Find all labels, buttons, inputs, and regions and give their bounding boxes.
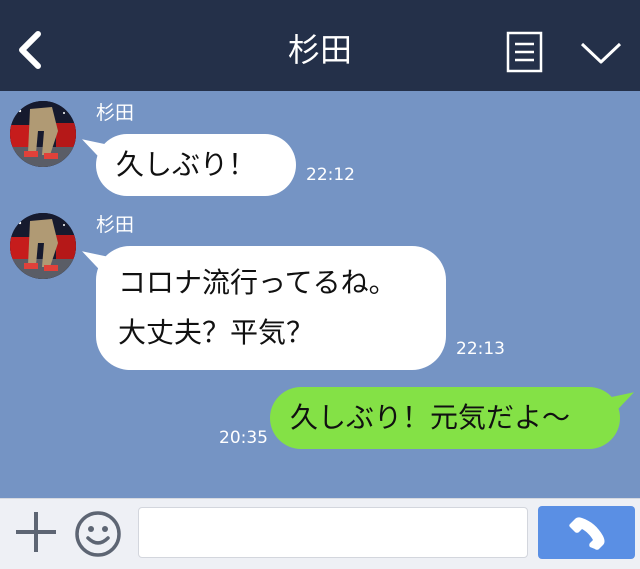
chat-header: 杉田 — [0, 0, 640, 91]
message-time: 22:13 — [456, 339, 505, 359]
chat-footer — [0, 498, 640, 569]
phone-icon — [569, 517, 605, 550]
message-text: 久しぶり！元気だよ〜 — [290, 401, 571, 434]
message-text: コロナ流行ってるね。 — [118, 266, 397, 299]
message-input[interactable] — [138, 507, 528, 558]
message-bubble[interactable]: 久しぶり！元気だよ〜 — [270, 387, 620, 449]
message-time: 22:12 — [306, 165, 355, 185]
message-text: 久しぶり！ — [116, 148, 257, 181]
sender-name: 杉田 — [96, 102, 135, 124]
smile-icon[interactable] — [74, 510, 122, 558]
sender-name: 杉田 — [96, 214, 135, 236]
message-time: 20:35 — [219, 428, 268, 448]
avatar-image — [10, 101, 76, 167]
avatar[interactable] — [10, 101, 76, 167]
call-button[interactable] — [538, 506, 635, 559]
avatar-image — [10, 213, 76, 279]
message-text: 大丈夫？平気？ — [118, 316, 315, 349]
chevron-down-icon[interactable] — [579, 38, 623, 68]
chat-area: 杉田 久しぶり！ 22:12 杉田 コロナ流行ってるね。 大丈夫？平気？ 22:… — [0, 91, 640, 498]
plus-icon[interactable] — [14, 510, 58, 554]
notes-icon[interactable] — [506, 31, 543, 73]
chat-title: 杉田 — [287, 31, 352, 69]
message-bubble[interactable]: コロナ流行ってるね。 大丈夫？平気？ — [96, 246, 446, 370]
message-bubble[interactable]: 久しぶり！ — [96, 134, 296, 196]
avatar[interactable] — [10, 213, 76, 279]
